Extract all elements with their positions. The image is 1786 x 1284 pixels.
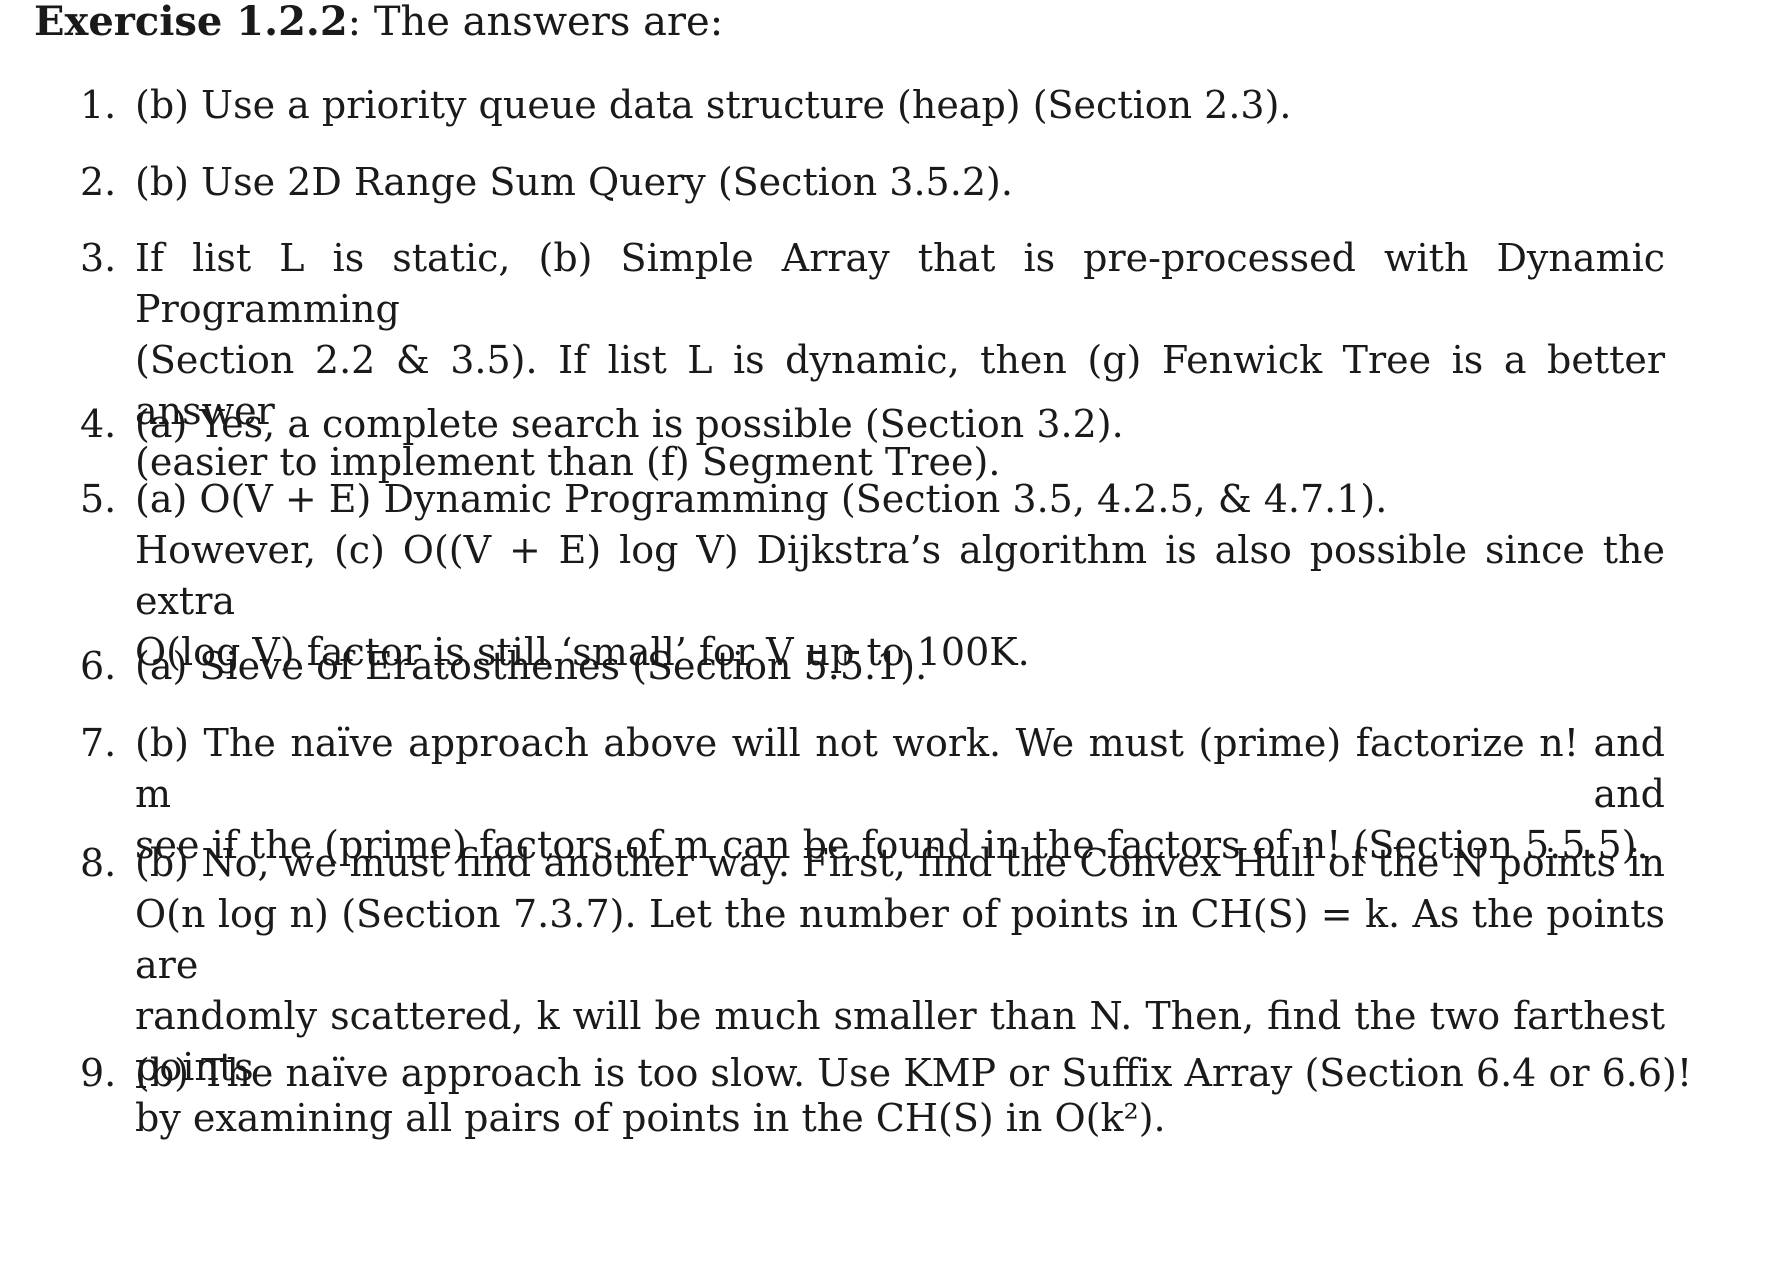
answer-line: by examining all pairs of points in the …	[135, 1096, 1166, 1140]
answer-number: 8.	[80, 841, 117, 885]
answer-number: 3.	[80, 236, 117, 280]
document-page: Exercise 1.2.2: The answers are: 1. (b) …	[0, 0, 1786, 1284]
answer-line: If list L is static, (b) Simple Array th…	[135, 236, 1665, 331]
exercise-heading-text: : The answers are:	[347, 0, 724, 45]
answer-line: However, (c) O((V + E) log V) Dijkstra’s…	[135, 528, 1665, 623]
answer-line: (a) Yes, a complete search is possible (…	[135, 402, 1124, 446]
answer-number: 2.	[80, 160, 117, 204]
answer-number: 1.	[80, 83, 117, 127]
answer-line: (b) Use a priority queue data structure …	[135, 83, 1292, 127]
answer-line: (a) Sieve of Eratosthenes (Section 5.5.1…	[135, 644, 928, 688]
exercise-label: Exercise 1.2.2	[34, 0, 348, 45]
answer-number: 9.	[80, 1051, 117, 1095]
answer-text: (b) Use 2D Range Sum Query (Section 3.5.…	[135, 157, 1665, 208]
answer-line: (b) Use 2D Range Sum Query (Section 3.5.…	[135, 160, 1013, 204]
answer-number: 4.	[80, 402, 117, 446]
answer-number: 5.	[80, 477, 117, 521]
answer-text: (b) Use a priority queue data structure …	[135, 80, 1665, 131]
answer-number: 6.	[80, 644, 117, 688]
answer-line: (b) The naïve approach above will not wo…	[135, 721, 1665, 816]
exercise-heading: Exercise 1.2.2: The answers are:	[34, 0, 723, 44]
answer-number: 7.	[80, 721, 117, 765]
answer-text: (a) Yes, a complete search is possible (…	[135, 399, 1665, 450]
answer-line: O(n log n) (Section 7.3.7). Let the numb…	[135, 892, 1665, 987]
answer-text: (b) The naïve approach is too slow. Use …	[135, 1048, 1693, 1099]
answer-line: (b) No, we must find another way. First,…	[135, 841, 1665, 885]
answer-text: (a) Sieve of Eratosthenes (Section 5.5.1…	[135, 641, 1665, 692]
answer-line: (b) The naïve approach is too slow. Use …	[135, 1051, 1693, 1095]
answer-line: (a) O(V + E) Dynamic Programming (Sectio…	[135, 477, 1388, 521]
